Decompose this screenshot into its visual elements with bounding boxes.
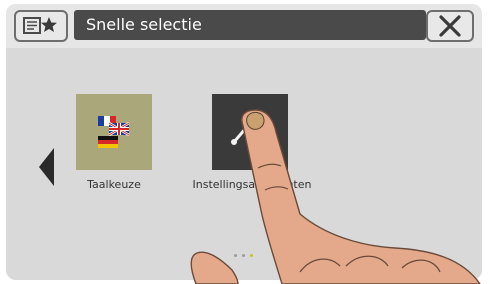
list-star-icon: [23, 17, 57, 34]
page-title: Snelle selectie: [74, 10, 426, 40]
page-dot: [234, 254, 237, 257]
app-settings-wizard-button[interactable]: [212, 94, 288, 170]
page-dot-active: [250, 254, 253, 257]
top-bar: Snelle selectie: [6, 4, 482, 48]
favorites-button[interactable]: [14, 10, 68, 42]
screen: Snelle selectie Taalkeuze Instellingsass…: [6, 4, 482, 280]
close-button[interactable]: [426, 10, 474, 42]
close-icon: [439, 15, 461, 37]
app-language-label: Taalkeuze: [87, 178, 141, 191]
page-indicator: [234, 254, 256, 260]
language-flags-icon: [98, 116, 130, 148]
app-language-button[interactable]: [76, 94, 152, 170]
app-settings-wizard-label: Instellingsassistenten: [192, 178, 312, 191]
quick-select-area: Taalkeuze Instellingsassistenten: [6, 48, 482, 280]
settings-wizard-icon: [231, 117, 248, 145]
page-dot: [242, 254, 245, 257]
chevron-left-icon[interactable]: [36, 146, 56, 188]
